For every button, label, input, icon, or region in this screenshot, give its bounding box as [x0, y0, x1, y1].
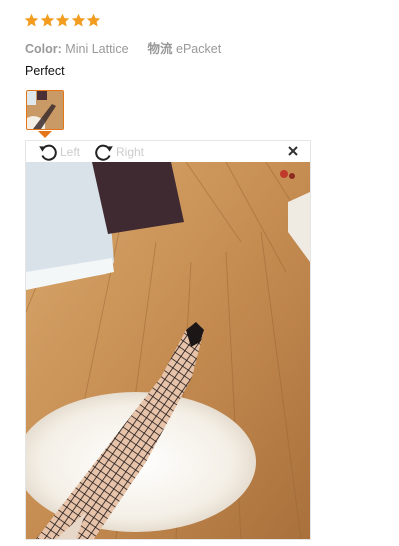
review-photo-thumbnail[interactable]: [26, 90, 64, 130]
rotate-left-button[interactable]: Left: [37, 141, 80, 162]
sku-info: Color: Mini Lattice 物流 ePacket: [25, 38, 221, 57]
photo-viewer: Left Right: [25, 140, 311, 540]
review-photo: [26, 162, 310, 539]
sku-color-key: Color:: [25, 42, 62, 56]
rotate-right-label: Right: [116, 144, 145, 159]
close-button[interactable]: [286, 144, 300, 158]
sku-shipping-value: ePacket: [176, 42, 222, 56]
buyer-review: Color: Mini Lattice 物流 ePacket Perfect L…: [0, 0, 399, 546]
rotate-right-icon: [93, 142, 115, 162]
rotate-right-button[interactable]: Right: [93, 141, 144, 162]
review-text: Perfect: [25, 64, 65, 78]
star-icon: [24, 13, 39, 29]
sku-color-value: Mini Lattice: [65, 42, 129, 56]
rotate-left-label: Left: [60, 144, 81, 159]
close-icon: [286, 144, 300, 158]
thumbnail-pointer: [38, 131, 52, 138]
viewer-toolbar: Left Right: [26, 141, 310, 162]
star-icon: [40, 13, 55, 29]
star-icon: [55, 13, 70, 29]
sku-shipping-key: 物流: [147, 42, 173, 56]
star-icon: [86, 13, 101, 29]
rotate-left-icon: [37, 142, 59, 162]
star-rating: [24, 13, 102, 29]
star-icon: [71, 13, 86, 29]
